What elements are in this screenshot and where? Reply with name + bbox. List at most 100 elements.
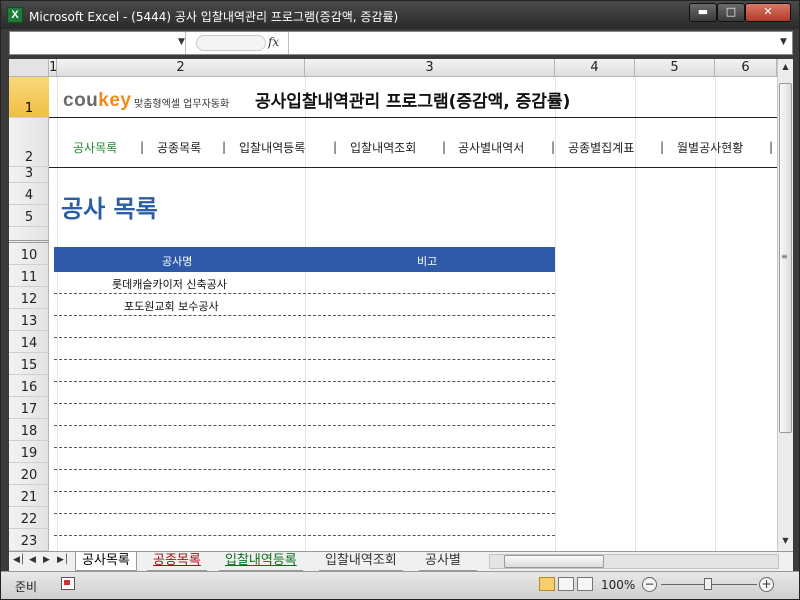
formula-bar: ▼ fx ▼ [9,31,793,55]
table-row[interactable] [54,536,555,551]
sheet-tab-bid-search[interactable]: 입찰내역조회 [319,552,403,571]
nav-item-work-type-list[interactable]: 공종목록 [157,139,201,156]
table-row[interactable] [54,382,555,404]
table-row[interactable]: 포도원교회 보수공사 [54,294,555,316]
cell-grid[interactable]: coukey 맞춤형엑셀 업무자동화 공사입찰내역관리 프로그램(증감액, 증감… [49,77,777,551]
title-bar: X Microsoft Excel - (5444) 공사 입찰내역관리 프로그… [1,1,799,29]
nav-separator: | [551,140,556,154]
table-row[interactable] [54,514,555,536]
row-header-1[interactable]: 1 [9,77,49,118]
next-sheet-icon[interactable]: ▶ [43,555,50,565]
formula-bar-divider-grip[interactable] [196,35,266,51]
minimize-button[interactable]: ▬ [689,3,717,22]
row-header-17[interactable]: 17 [9,397,49,419]
row-header-2[interactable]: 2 [9,118,49,167]
normal-view-button[interactable] [539,577,555,591]
name-box[interactable] [10,32,186,54]
macro-record-icon[interactable] [61,577,75,590]
table-row[interactable] [54,448,555,470]
horizontal-scroll-thumb[interactable] [504,555,604,568]
row-header-12[interactable]: 12 [9,287,49,309]
row-header-21[interactable]: 21 [9,485,49,507]
sheet-tab-label: 공사별 [425,553,461,568]
page-break-view-button[interactable] [577,577,593,591]
close-button[interactable]: ✕ [745,3,791,22]
nav-separator: | [140,140,145,154]
table-header: 공사명 비고 [54,247,555,272]
scroll-up-icon[interactable]: ▲ [778,59,793,75]
select-all-corner[interactable] [9,59,49,77]
row-header-3[interactable]: 3 [9,166,49,183]
sheet-tab-work-type-list[interactable]: 공종목록 [147,552,207,571]
page-layout-view-button[interactable] [558,577,574,591]
sheet-tab-project-list[interactable]: 공사목록 [75,552,137,571]
nav-separator: | [333,140,338,154]
minimize-icon: ▬ [697,5,709,18]
row-header-11[interactable]: 11 [9,265,49,287]
column-header-2[interactable]: 2 [57,59,305,77]
row-header-20[interactable]: 20 [9,463,49,485]
row-header-10[interactable]: 10 [9,243,49,265]
table-row[interactable] [54,426,555,448]
row-header-22[interactable]: 22 [9,507,49,529]
horizontal-scrollbar[interactable] [489,554,779,569]
page-title: 공사 목록 [61,195,158,223]
row-header-14[interactable]: 14 [9,331,49,353]
project-name-cell[interactable]: 포도원교회 보수공사 [124,298,219,314]
project-name-cell[interactable]: 롯데캐슬카이저 신축공사 [112,276,227,292]
row-header-4[interactable]: 4 [9,183,49,205]
expand-formula-bar-icon[interactable]: ▼ [780,37,787,47]
hidden-rows-marker[interactable] [9,227,49,243]
scroll-down-icon[interactable]: ▼ [778,533,793,549]
row-header-23[interactable]: 23 [9,529,49,551]
sheet-tab-label: 입찰내역조회 [325,553,397,568]
formula-input[interactable] [288,32,778,54]
column-header-4[interactable]: 4 [555,59,635,77]
nav-separator: | [222,140,227,154]
table-row[interactable] [54,338,555,360]
prev-sheet-icon[interactable]: ◀ [29,555,36,565]
first-sheet-icon[interactable]: ◀│ [13,555,25,565]
last-sheet-icon[interactable]: ▶│ [57,555,69,565]
nav-item-bid-entry[interactable]: 입찰내역등록 [239,139,305,156]
zoom-in-button[interactable]: + [759,577,774,592]
row-header-5[interactable]: 5 [9,205,49,227]
nav-item-work-type-summary[interactable]: 공종별집계표 [568,139,634,156]
row-header-13[interactable]: 13 [9,309,49,331]
insert-function-icon[interactable]: fx [268,35,279,49]
excel-app-icon[interactable]: X [7,7,23,23]
table-row[interactable] [54,492,555,514]
nav-item-monthly-status[interactable]: 월별공사현황 [677,139,743,156]
column-header-1[interactable]: 1 [49,59,57,77]
maximize-button[interactable]: □ [717,3,745,22]
nav-item-project-list[interactable]: 공사목록 [73,139,117,156]
column-header-5[interactable]: 5 [635,59,715,77]
brand-subtitle: 맞춤형엑셀 업무자동화 [134,99,230,110]
status-ready: 준비 [15,580,38,594]
zoom-slider-thumb[interactable] [704,578,712,590]
coukey-logo: coukey [63,90,131,112]
row-header-15[interactable]: 15 [9,353,49,375]
zoom-out-button[interactable]: − [642,577,657,592]
column-header-6[interactable]: 6 [715,59,777,77]
nav-separator: | [769,140,774,154]
table-row[interactable] [54,360,555,382]
row-header-18[interactable]: 18 [9,419,49,441]
table-row[interactable]: 롯데캐슬카이저 신축공사 [54,272,555,294]
table-row[interactable] [54,404,555,426]
row-header-16[interactable]: 16 [9,375,49,397]
sheet-tab-bid-entry[interactable]: 입찰내역등록 [219,552,303,571]
vertical-scrollbar[interactable]: ▲ ≡ ▼ [777,59,793,551]
excel-window: X Microsoft Excel - (5444) 공사 입찰내역관리 프로그… [0,0,800,600]
nav-item-project-statement[interactable]: 공사별내역서 [458,139,524,156]
column-header-3[interactable]: 3 [305,59,555,77]
zoom-level[interactable]: 100% [601,578,635,592]
table-row[interactable] [54,316,555,338]
brand-accent: key [98,90,132,111]
row-header-19[interactable]: 19 [9,441,49,463]
sheet-tab-project-statement[interactable]: 공사별 [419,552,477,571]
table-row[interactable] [54,470,555,492]
nav-separator: | [442,140,447,154]
nav-item-bid-search[interactable]: 입찰내역조회 [350,139,416,156]
chevron-down-icon[interactable]: ▼ [178,37,185,47]
